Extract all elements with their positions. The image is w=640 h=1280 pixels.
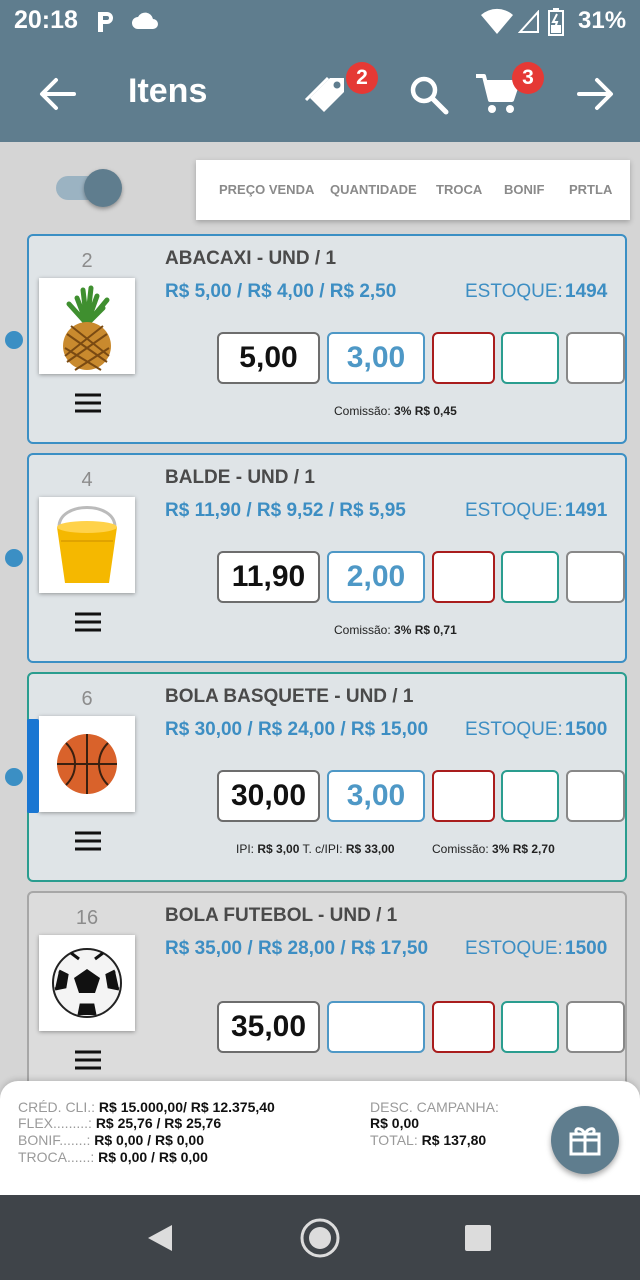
- price-input[interactable]: 11,90: [217, 551, 320, 603]
- stock-label: ESTOQUE:: [465, 281, 563, 302]
- bonif-input[interactable]: [501, 770, 559, 822]
- column-header-card: PREÇO VENDA QUANTIDADE TROCA BONIF PRTLA: [196, 160, 630, 220]
- quantity-input[interactable]: 2,00: [327, 551, 425, 603]
- gift-icon: [569, 1127, 601, 1156]
- troca-input[interactable]: [432, 770, 495, 822]
- app-bar: Itens 2 3: [0, 44, 640, 142]
- battery-percent: 31%: [578, 7, 627, 34]
- column-header-prtla: PRTLA: [569, 182, 613, 197]
- item-index: 2: [81, 250, 93, 272]
- stock-value: 1500: [565, 938, 608, 959]
- item-name: BALDE - UND / 1: [165, 467, 315, 488]
- item-name: ABACAXI - UND / 1: [165, 248, 337, 269]
- item-menu-icon[interactable]: [73, 611, 103, 633]
- product-image-pineapple: [39, 278, 135, 374]
- prtla-input[interactable]: [566, 551, 625, 603]
- summary-troca: TROCA......: R$ 0,00 / R$ 0,00: [18, 1149, 208, 1165]
- parking-app-icon: [98, 12, 113, 32]
- wifi-icon: [481, 8, 513, 34]
- product-image-soccer-ball: [39, 935, 135, 1031]
- bonif-input[interactable]: [501, 332, 559, 384]
- stock-label: ESTOQUE:: [465, 719, 563, 740]
- view-toggle-switch[interactable]: [56, 169, 122, 207]
- product-image-basketball: [39, 716, 135, 812]
- summary-campaign-value: R$ 0,00: [370, 1115, 420, 1131]
- quantity-input[interactable]: 3,00: [327, 332, 425, 384]
- nav-back-icon[interactable]: [146, 1223, 174, 1253]
- troca-input[interactable]: [432, 332, 495, 384]
- item-prices: R$ 35,00 / R$ 28,00 / R$ 17,50: [165, 938, 429, 959]
- prtla-input[interactable]: [566, 770, 625, 822]
- troca-input[interactable]: [432, 1001, 495, 1053]
- signal-icon: [518, 10, 539, 33]
- summary-credit: CRÉD. CLI.: R$ 15.000,00/ R$ 12.375,40: [18, 1099, 275, 1115]
- battery-icon: [548, 8, 564, 36]
- item-prices: R$ 11,90 / R$ 9,52 / R$ 5,95: [165, 500, 406, 521]
- bonif-input[interactable]: [501, 551, 559, 603]
- commission-text: Comissão: 3% R$ 2,70: [432, 842, 555, 856]
- item-card[interactable]: 16 BOLA FUTEBOL - UND / 1 R$ 35,00 / R$ …: [27, 891, 627, 1091]
- summary-bonif: BONIF.......: R$ 0,00 / R$ 0,00: [18, 1132, 204, 1148]
- commission-text: Comissão: 3% R$ 0,45: [334, 404, 457, 418]
- order-summary-panel: CRÉD. CLI.: R$ 15.000,00/ R$ 12.375,40 F…: [0, 1081, 640, 1195]
- troca-input[interactable]: [432, 551, 495, 603]
- forward-arrow-icon[interactable]: [575, 74, 615, 114]
- item-index: 4: [81, 469, 93, 491]
- bonif-input[interactable]: [501, 1001, 559, 1053]
- selected-item-indicator: [27, 719, 39, 813]
- item-index: 16: [75, 907, 99, 929]
- page-title: Itens: [128, 72, 208, 110]
- toggle-knob: [84, 169, 122, 207]
- price-input[interactable]: 35,00: [217, 1001, 320, 1053]
- stock-label: ESTOQUE:: [465, 500, 563, 521]
- stock-label: ESTOQUE:: [465, 938, 563, 959]
- column-header-quantidade: QUANTIDADE: [330, 182, 417, 197]
- item-prices: R$ 5,00 / R$ 4,00 / R$ 2,50: [165, 281, 397, 302]
- column-header-preco-venda: PREÇO VENDA: [219, 182, 315, 197]
- summary-flex: FLEX.........: R$ 25,76 / R$ 25,76: [18, 1115, 222, 1131]
- item-index: 6: [81, 688, 93, 710]
- cart-badge: 3: [512, 62, 544, 94]
- item-name: BOLA FUTEBOL - UND / 1: [165, 905, 398, 926]
- column-header-bonif: BONIF: [504, 182, 545, 197]
- item-selection-dot[interactable]: [5, 768, 23, 786]
- item-card[interactable]: 2 ABACAXI - UND / 1 R$ 5,00 / R$ 4,00 / …: [27, 234, 627, 444]
- item-name: BOLA BASQUETE - UND / 1: [165, 686, 414, 707]
- quantity-input[interactable]: [327, 1001, 425, 1053]
- summary-total: TOTAL: R$ 137,80: [370, 1132, 487, 1148]
- quantity-input[interactable]: 3,00: [327, 770, 425, 822]
- item-menu-icon[interactable]: [73, 1049, 103, 1071]
- tag-badge: 2: [346, 62, 378, 94]
- ipi-text: IPI: R$ 3,00 T. c/IPI: R$ 33,00: [236, 842, 395, 856]
- tag-icon[interactable]: [304, 72, 352, 120]
- nav-recents-icon[interactable]: [465, 1225, 491, 1251]
- prtla-input[interactable]: [566, 332, 625, 384]
- stock-value: 1494: [565, 281, 608, 302]
- prtla-input[interactable]: [566, 1001, 625, 1053]
- summary-campaign-label: DESC. CAMPANHA:: [370, 1099, 499, 1115]
- nav-home-icon[interactable]: [299, 1217, 341, 1259]
- column-header-troca: TROCA: [436, 182, 483, 197]
- status-time: 20:18: [14, 6, 78, 34]
- gift-fab-button[interactable]: [551, 1106, 619, 1174]
- stock-value: 1500: [565, 719, 608, 740]
- back-arrow-icon[interactable]: [38, 74, 78, 114]
- status-bar: 20:18 31%: [0, 0, 640, 44]
- item-card[interactable]: 4 BALDE - UND / 1 R$ 11,90 / R$ 9,52 / R…: [27, 453, 627, 663]
- item-menu-icon[interactable]: [73, 392, 103, 414]
- item-menu-icon[interactable]: [73, 830, 103, 852]
- stock-value: 1491: [565, 500, 608, 521]
- price-input[interactable]: 5,00: [217, 332, 320, 384]
- item-selection-dot[interactable]: [5, 549, 23, 567]
- price-input[interactable]: 30,00: [217, 770, 320, 822]
- item-prices: R$ 30,00 / R$ 24,00 / R$ 15,00: [165, 719, 429, 740]
- search-icon[interactable]: [408, 74, 450, 116]
- cloud-icon: [132, 12, 158, 29]
- android-nav-bar: [0, 1195, 640, 1280]
- item-selection-dot[interactable]: [5, 331, 23, 349]
- commission-text: Comissão: 3% R$ 0,71: [334, 623, 457, 637]
- item-card-selected[interactable]: 6 BOLA BASQUETE - UND / 1 R$ 30,00 / R$ …: [27, 672, 627, 882]
- product-image-bucket: [39, 497, 135, 593]
